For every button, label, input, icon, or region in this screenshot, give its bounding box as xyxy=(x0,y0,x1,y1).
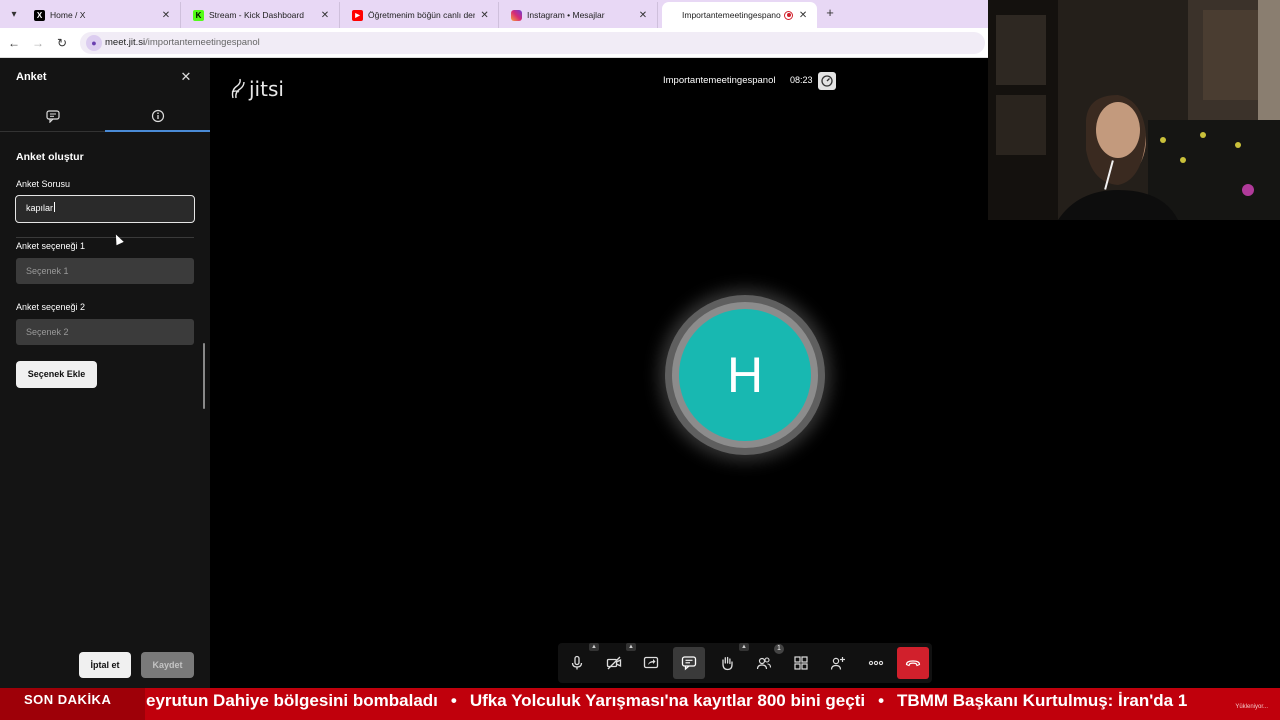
chat-icon xyxy=(681,656,697,671)
participant-count-badge: 1 xyxy=(774,644,784,654)
loading-text: Yükleniyor... xyxy=(1235,704,1268,710)
option1-label: Anket seçeneği 1 xyxy=(16,241,86,251)
option2-input[interactable]: Seçenek 2 xyxy=(16,319,194,345)
camera-off-icon xyxy=(606,656,622,670)
tab-title: Home / X xyxy=(50,10,86,20)
chat-icon xyxy=(45,110,60,123)
add-user-icon xyxy=(830,657,845,670)
ticker-item: TBMM Başkanı Kurtulmuş: İran'da 1 xyxy=(897,691,1188,710)
news-ticker: SON DAKİKA eyrutun Dahiye bölgesini bomb… xyxy=(0,688,1280,720)
ticker-text: eyrutun Dahiye bölgesini bombaladı • Ufka … xyxy=(146,690,1187,712)
participant-avatar[interactable]: H xyxy=(679,309,811,441)
jitsi-logo-icon xyxy=(231,78,245,99)
meeting-name: Importantemeetingespanol xyxy=(663,75,776,86)
tile-view-icon xyxy=(794,656,808,670)
browser-tab-instagram[interactable]: Instagram • Mesajlar ✕ xyxy=(503,2,658,28)
screen-share-icon xyxy=(643,656,659,669)
kick-logo-icon: K xyxy=(193,9,204,21)
address-bar[interactable]: ● meet.jit.si/importantemeetingespanol xyxy=(80,32,985,54)
hangup-button[interactable] xyxy=(897,647,929,679)
tab-close-icon[interactable]: ✕ xyxy=(797,10,809,21)
recording-icon xyxy=(784,10,794,20)
speedometer-icon xyxy=(821,75,833,87)
create-poll-heading: Anket oluştur xyxy=(16,151,84,163)
webcam-feed-image xyxy=(988,0,1280,220)
browser-tab-youtube[interactable]: ▶ Öğretmenim böğün canlı ders v ✕ xyxy=(344,2,499,28)
back-icon[interactable]: ← xyxy=(5,34,23,52)
more-actions-button[interactable] xyxy=(860,647,892,679)
tile-view-button[interactable] xyxy=(785,647,817,679)
ticker-separator: • xyxy=(450,691,457,710)
microphone-icon xyxy=(571,655,583,670)
cancel-button[interactable]: İptal et xyxy=(79,652,131,678)
raise-hand-icon xyxy=(722,656,733,671)
poll-info-icon xyxy=(151,109,164,123)
reload-icon[interactable]: ↻ xyxy=(53,34,71,52)
tab-title: Stream - Kick Dashboard xyxy=(209,10,304,20)
browser-tab-jitsi[interactable]: Importantemeetingespanol ✕ xyxy=(662,2,817,28)
new-tab-icon[interactable]: + xyxy=(822,5,838,21)
tab-chat[interactable] xyxy=(0,102,105,132)
ticker-item: Ufka Yolculuk Yarışması'na kayıtlar 800 … xyxy=(469,691,866,710)
screen: ▾ X Home / X ✕ K Stream - Kick Dashboard… xyxy=(0,0,1280,720)
poll-sidebar: Anket ✕ Anket oluştur Anket Sorusu kapıl… xyxy=(0,58,210,692)
browser-tab-x[interactable]: X Home / X ✕ xyxy=(26,2,181,28)
x-logo-icon: X xyxy=(34,9,45,21)
youtube-logo-icon: ▶ xyxy=(352,9,363,21)
tab-search-icon[interactable]: ▾ xyxy=(4,4,24,24)
scrollbar[interactable] xyxy=(203,343,205,409)
avatar-initial: H xyxy=(726,347,764,403)
tab-close-icon[interactable]: ✕ xyxy=(479,10,490,21)
raise-hand-button[interactable]: ▲ xyxy=(711,643,749,679)
question-value: kapılar xyxy=(26,203,54,213)
meeting-timer: 08:23 xyxy=(790,75,813,85)
text-caret xyxy=(54,202,56,212)
divider xyxy=(16,237,194,238)
poll-question-input[interactable]: kapılar xyxy=(15,195,195,223)
ticker-item: eyrutun Dahiye bölgesini bombaladı xyxy=(146,691,438,710)
ticker-separator: • xyxy=(878,691,885,710)
hangup-icon xyxy=(905,660,921,667)
option1-input[interactable]: Seçenek 1 xyxy=(16,258,194,284)
question-label: Anket Sorusu xyxy=(16,179,71,189)
participants-icon xyxy=(756,657,772,670)
microphone-permission-icon[interactable]: ● xyxy=(86,35,102,51)
more-icon xyxy=(868,660,884,666)
camera-button[interactable]: ▲ xyxy=(598,643,636,679)
meeting-toolbar: ▲ ▲ ▲ 1 xyxy=(558,643,932,683)
tab-polls[interactable] xyxy=(105,102,210,132)
sidebar-title: Anket xyxy=(16,71,47,83)
option2-label: Anket seçeneği 2 xyxy=(16,302,86,312)
tab-close-icon[interactable]: ✕ xyxy=(160,10,172,21)
browser-toolbar: ← → ↻ ● meet.jit.si/importantemeetingesp… xyxy=(0,28,990,58)
browser-tab-kick[interactable]: K Stream - Kick Dashboard ✕ xyxy=(185,2,340,28)
breaking-news-badge: SON DAKİKA xyxy=(0,688,145,720)
url-text: meet.jit.si/importantemeetingespanol xyxy=(105,37,260,48)
webcam-overlay xyxy=(988,0,1280,220)
forward-icon[interactable]: → xyxy=(29,34,47,52)
tab-close-icon[interactable]: ✕ xyxy=(319,10,331,21)
participants-button[interactable]: 1 xyxy=(748,644,784,679)
tab-title: Importantemeetingespanol xyxy=(682,10,782,20)
logo-text: jitsi xyxy=(249,77,284,101)
jitsi-logo[interactable]: jitsi xyxy=(230,77,284,101)
tab-title: Instagram • Mesajlar xyxy=(527,10,605,20)
instagram-logo-icon xyxy=(511,9,522,21)
screen-share-button[interactable] xyxy=(635,647,667,679)
microphone-button[interactable]: ▲ xyxy=(561,643,599,679)
add-option-button[interactable]: Seçenek Ekle xyxy=(16,361,97,388)
tab-close-icon[interactable]: ✕ xyxy=(637,10,649,21)
close-icon[interactable]: ✕ xyxy=(178,69,194,85)
browser-tabstrip: ▾ X Home / X ✕ K Stream - Kick Dashboard… xyxy=(0,0,990,28)
chat-button[interactable] xyxy=(673,647,705,679)
connection-quality-button[interactable] xyxy=(818,72,836,90)
tab-title: Öğretmenim böğün canlı ders v xyxy=(368,10,476,20)
save-button[interactable]: Kaydet xyxy=(141,652,194,678)
invite-button[interactable] xyxy=(822,647,854,679)
